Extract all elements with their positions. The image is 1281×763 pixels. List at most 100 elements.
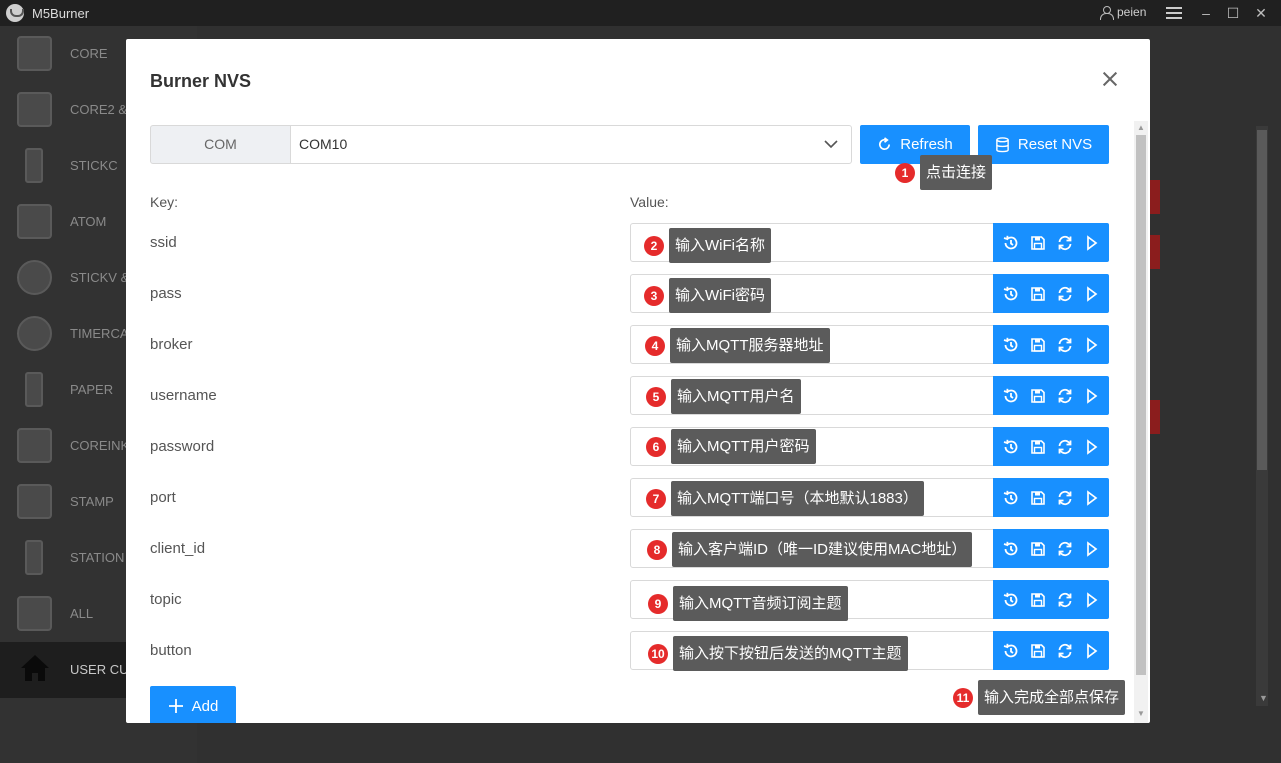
add-label: Add <box>191 697 219 715</box>
annotation-text: 输入MQTT端口号（本地默认1883） <box>671 481 924 516</box>
save-icon[interactable] <box>1028 641 1048 661</box>
sidebar-item-label: ALL <box>70 606 94 621</box>
sync-icon[interactable] <box>1055 284 1075 304</box>
annotation-7: 7 输入MQTT端口号（本地默认1883） <box>646 481 924 516</box>
play-icon[interactable] <box>1082 641 1102 661</box>
sync-icon[interactable] <box>1055 539 1075 559</box>
nvs-row-button: button <box>126 631 1126 670</box>
sync-icon[interactable] <box>1055 590 1075 610</box>
row-actions <box>993 580 1109 619</box>
annotation-2: 2 输入WiFi名称 <box>644 228 771 263</box>
annotation-text: 输入MQTT用户名 <box>671 379 801 414</box>
nvs-row-broker: broker <box>126 325 1126 364</box>
close-icon[interactable] <box>1100 69 1120 89</box>
device-thumbnail-icon <box>17 428 52 463</box>
device-thumbnail-icon <box>17 596 52 631</box>
sync-icon[interactable] <box>1055 488 1075 508</box>
play-icon[interactable] <box>1082 284 1102 304</box>
row-actions <box>993 274 1109 313</box>
burner-nvs-dialog: Burner NVS COM COM10 Refresh Reset NVS K <box>126 39 1150 723</box>
database-icon <box>996 136 1009 152</box>
app-title: M5Burner <box>32 6 90 21</box>
user-account[interactable]: peien <box>1100 5 1146 20</box>
save-icon[interactable] <box>1028 437 1048 457</box>
nvs-key: pass <box>150 285 182 302</box>
device-thumbnail-icon <box>25 148 43 183</box>
refresh-icon <box>879 137 891 150</box>
scroll-up-arrow-icon[interactable]: ▲ <box>1137 123 1145 132</box>
hamburger-menu-icon[interactable] <box>1166 7 1182 19</box>
minimize-icon[interactable]: – <box>1196 3 1216 23</box>
row-actions <box>993 631 1109 670</box>
save-icon[interactable] <box>1028 590 1048 610</box>
play-icon[interactable] <box>1082 590 1102 610</box>
nvs-key: broker <box>150 336 193 353</box>
annotation-10: 10 输入按下按钮后发送的MQTT主题 <box>648 636 908 671</box>
nvs-row-password: password <box>126 427 1126 466</box>
play-icon[interactable] <box>1082 386 1102 406</box>
history-icon[interactable] <box>1001 641 1021 661</box>
annotation-9: 9 输入MQTT音频订阅主题 <box>648 586 848 621</box>
annotation-badge: 4 <box>645 335 665 356</box>
com-label: COM <box>150 125 291 164</box>
nvs-key: port <box>150 489 176 506</box>
background-badge <box>1150 235 1160 269</box>
save-icon[interactable] <box>1028 335 1048 355</box>
annotation-4: 4 输入MQTT服务器地址 <box>645 328 830 363</box>
maximize-icon[interactable]: ☐ <box>1223 3 1243 23</box>
sidebar-item-label: ATOM <box>70 214 107 229</box>
sidebar-item-label: USER CU <box>70 662 129 677</box>
nvs-row-ssid: ssid <box>126 223 1126 262</box>
save-icon[interactable] <box>1028 233 1048 253</box>
history-icon[interactable] <box>1001 233 1021 253</box>
user-icon <box>1100 5 1114 20</box>
device-thumbnail-icon <box>17 316 52 351</box>
history-icon[interactable] <box>1001 539 1021 559</box>
row-actions <box>993 529 1109 568</box>
device-thumbnail-icon <box>25 540 43 575</box>
annotation-text: 输入MQTT服务器地址 <box>670 328 830 363</box>
annotation-8: 8 输入客户端ID（唯一ID建议使用MAC地址） <box>647 532 973 567</box>
scroll-down-arrow-icon[interactable]: ▼ <box>1137 709 1145 718</box>
sync-icon[interactable] <box>1055 437 1075 457</box>
history-icon[interactable] <box>1001 437 1021 457</box>
save-icon[interactable] <box>1028 284 1048 304</box>
nvs-key: password <box>150 438 215 455</box>
app-window: M5Burner peien – ☐ ✕ CORE CORE2 & STICKC… <box>0 0 1281 763</box>
save-icon[interactable] <box>1028 488 1048 508</box>
annotation-badge: 6 <box>646 436 666 457</box>
annotation-badge: 3 <box>644 285 664 306</box>
history-icon[interactable] <box>1001 488 1021 508</box>
reset-nvs-button[interactable]: Reset NVS <box>978 125 1109 164</box>
title-bar: M5Burner peien – ☐ ✕ <box>0 0 1281 26</box>
dialog-scrollbar-thumb[interactable] <box>1136 135 1146 675</box>
sidebar-item-label: PAPER <box>70 382 114 397</box>
window-close-icon[interactable]: ✕ <box>1251 3 1271 23</box>
sync-icon[interactable] <box>1055 641 1075 661</box>
scroll-down-arrow-icon: ▼ <box>1259 693 1268 703</box>
row-actions <box>993 376 1109 415</box>
history-icon[interactable] <box>1001 284 1021 304</box>
sync-icon[interactable] <box>1055 335 1075 355</box>
save-icon[interactable] <box>1028 539 1048 559</box>
com-port-select[interactable]: COM10 <box>290 125 852 164</box>
dialog-title: Burner NVS <box>150 71 252 91</box>
annotation-badge: 1 <box>895 162 915 183</box>
history-icon[interactable] <box>1001 335 1021 355</box>
sidebar-item-label: STICKV & <box>70 270 130 285</box>
play-icon[interactable] <box>1082 233 1102 253</box>
background-badge <box>1150 180 1160 214</box>
sidebar-item-label: STATION <box>70 550 125 565</box>
add-button[interactable]: Add <box>150 686 236 723</box>
annotation-badge: 10 <box>648 643 668 664</box>
history-icon[interactable] <box>1001 386 1021 406</box>
nvs-row-topic: topic <box>126 580 1126 619</box>
history-icon[interactable] <box>1001 590 1021 610</box>
play-icon[interactable] <box>1082 437 1102 457</box>
play-icon[interactable] <box>1082 539 1102 559</box>
play-icon[interactable] <box>1082 335 1102 355</box>
play-icon[interactable] <box>1082 488 1102 508</box>
sync-icon[interactable] <box>1055 386 1075 406</box>
save-icon[interactable] <box>1028 386 1048 406</box>
sync-icon[interactable] <box>1055 233 1075 253</box>
